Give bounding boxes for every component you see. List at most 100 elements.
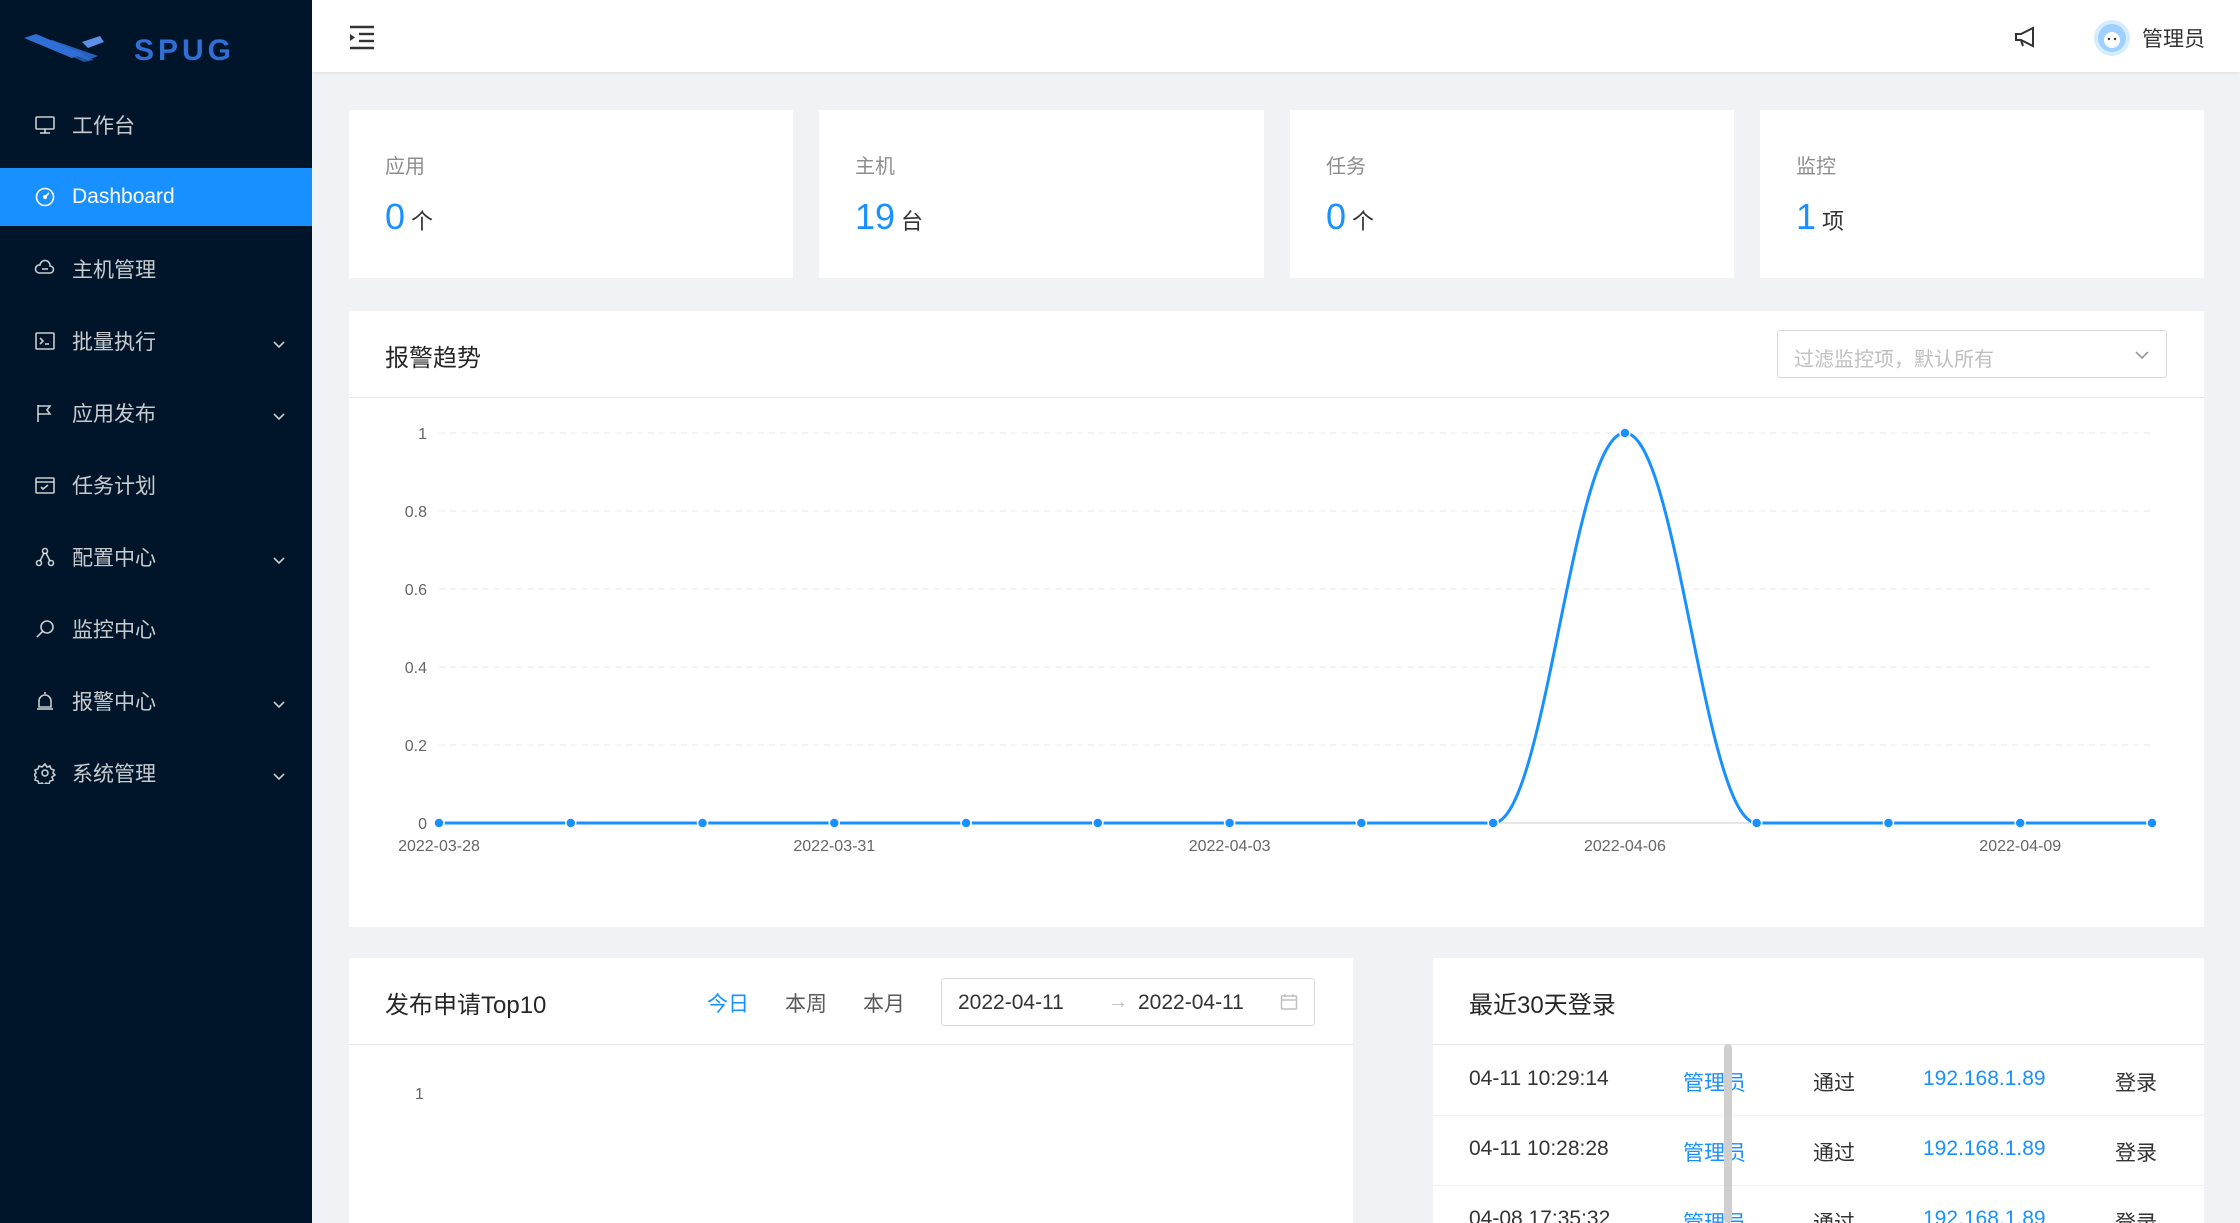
data-point [1750, 817, 1763, 829]
login-status: 通过 [1813, 1142, 1855, 1165]
desktop-icon [34, 114, 56, 136]
chevron-down-icon [272, 334, 286, 349]
stat-value: 19 台 [855, 196, 923, 238]
x-tick-label: 2022-04-03 [1189, 838, 1271, 855]
sidebar: SPUG 工作台 Dashboard 主机管理 批量执行 应用发布 任务计划 配… [0, 0, 312, 1223]
range-start-date[interactable]: 2022-04-11 [958, 991, 1064, 1015]
login-user-link[interactable]: 管理员 [1683, 1067, 1746, 1097]
stat-number: 0 [1326, 196, 1347, 237]
data-point [1223, 817, 1236, 829]
y-tick-label: 0.6 [405, 582, 427, 599]
stat-number: 19 [855, 196, 896, 237]
data-point [433, 817, 445, 829]
sidebar-item-label: 应用发布 [72, 403, 156, 426]
user-name: 管理员 [2142, 28, 2205, 51]
stat-card-monitors: 监控 1 项 [1760, 110, 2204, 278]
sidebar-item-label: 系统管理 [72, 763, 156, 786]
sidebar-item-host-management[interactable]: 主机管理 [0, 240, 312, 298]
y-tick-label: 0.2 [405, 738, 427, 755]
date-range-picker[interactable]: 2022-04-11 → 2022-04-11 [941, 978, 1315, 1026]
stat-value: 1 项 [1796, 196, 1844, 238]
login-time: 04-11 10:28:28 [1469, 1137, 1609, 1160]
y-tick-label: 0.8 [405, 504, 427, 521]
tab-this-week[interactable]: 本周 [785, 988, 827, 1018]
login-action: 登录 [2115, 1072, 2157, 1095]
stat-title: 监控 [1796, 156, 1836, 178]
login-ip-link[interactable]: 192.168.1.89 [1923, 1207, 2046, 1223]
chevron-down-icon [272, 406, 286, 421]
range-arrow-icon: → [1108, 991, 1128, 1013]
stat-card-apps: 应用 0 个 [349, 110, 793, 278]
y-tick-label: 1 [418, 426, 427, 443]
flag-icon [34, 402, 56, 424]
menu-fold-icon[interactable] [348, 24, 376, 50]
login-ip-link[interactable]: 192.168.1.89 [1923, 1067, 2046, 1091]
x-tick-label: 2022-03-28 [398, 838, 480, 855]
list-item: 04-11 10:28:28 管理员 通过 192.168.1.89 登录 [1433, 1115, 2204, 1186]
sidebar-item-config-center[interactable]: 配置中心 [0, 528, 312, 586]
stat-number: 0 [385, 196, 406, 237]
stat-card-tasks: 任务 0 个 [1290, 110, 1734, 278]
login-time: 04-08 17:35:32 [1469, 1207, 1611, 1223]
data-point [960, 817, 972, 829]
top-header: 管理员 [312, 0, 2240, 72]
monitor-icon [34, 618, 56, 640]
chevron-down-icon [272, 550, 286, 565]
range-end-date[interactable]: 2022-04-11 [1138, 991, 1244, 1015]
stat-card-hosts: 主机 19 台 [819, 110, 1264, 278]
sidebar-item-dashboard[interactable]: Dashboard [0, 168, 312, 226]
login-list-scrollbar[interactable] [1724, 1044, 1732, 1223]
tab-today[interactable]: 今日 [707, 988, 749, 1018]
login-action: 登录 [2115, 1142, 2157, 1165]
card-header: 发布申请Top10 今日 本周 本月 2022-04-11 → 2022-04-… [349, 958, 1353, 1045]
stat-value: 0 个 [1326, 196, 1374, 238]
list-item: 04-11 10:29:14 管理员 通过 192.168.1.89 登录 [1433, 1045, 2204, 1116]
alert-icon [34, 690, 56, 712]
recent-logins-card: 最近30天登录 04-11 10:29:14 管理员 通过 192.168.1.… [1433, 958, 2204, 1223]
dashboard-icon [34, 186, 56, 208]
x-tick-label: 2022-03-31 [793, 838, 875, 855]
tab-this-month[interactable]: 本月 [863, 988, 905, 1018]
chevron-down-icon [272, 766, 286, 781]
login-status: 通过 [1813, 1207, 1855, 1223]
card-title: 发布申请Top10 [385, 992, 547, 1019]
stat-title: 应用 [385, 156, 425, 178]
y-tick-label: 1 [415, 1086, 424, 1103]
login-action: 登录 [2115, 1207, 2157, 1223]
schedule-icon [34, 474, 56, 496]
card-title: 最近30天登录 [1469, 992, 1616, 1019]
notification-icon[interactable] [2014, 26, 2038, 48]
avatar [2094, 20, 2130, 56]
y-tick-label: 0.4 [405, 660, 427, 677]
sidebar-item-task-plan[interactable]: 任务计划 [0, 456, 312, 514]
login-user-link[interactable]: 管理员 [1683, 1137, 1746, 1167]
login-ip-link[interactable]: 192.168.1.89 [1923, 1137, 2046, 1161]
sidebar-item-monitor-center[interactable]: 监控中心 [0, 600, 312, 658]
stat-title: 任务 [1326, 156, 1366, 178]
sidebar-item-system-management[interactable]: 系统管理 [0, 744, 312, 802]
data-point [828, 817, 841, 829]
stat-value: 0 个 [385, 196, 433, 238]
sidebar-item-app-release[interactable]: 应用发布 [0, 384, 312, 442]
login-status: 通过 [1813, 1072, 1855, 1095]
stat-unit: 台 [901, 209, 924, 234]
card-header: 最近30天登录 [1433, 958, 2204, 1045]
data-point [2146, 817, 2158, 829]
cloud-server-icon [34, 258, 56, 280]
sidebar-item-label: 批量执行 [72, 331, 156, 354]
stat-unit: 项 [1822, 209, 1845, 234]
stat-unit: 个 [1352, 209, 1375, 234]
sidebar-item-workbench[interactable]: 工作台 [0, 96, 312, 154]
data-point [696, 817, 709, 829]
sidebar-item-alert-center[interactable]: 报警中心 [0, 672, 312, 730]
data-point [1619, 427, 1631, 439]
select-placeholder: 过滤监控项，默认所有 [1794, 349, 1994, 371]
login-user-link[interactable]: 管理员 [1683, 1207, 1746, 1223]
spug-logo[interactable]: SPUG [22, 30, 262, 70]
sidebar-item-label: 主机管理 [72, 259, 156, 282]
alarm-trend-chart: 0 0.2 0.4 0.6 0.8 1 2022-03-28 2022-03-31 2022-0… [398, 426, 2158, 855]
user-menu[interactable]: 管理员 [2094, 20, 2205, 56]
sidebar-item-batch-exec[interactable]: 批量执行 [0, 312, 312, 370]
stat-number: 1 [1796, 196, 1817, 237]
monitor-filter-select[interactable]: 过滤监控项，默认所有 [1777, 330, 2167, 378]
